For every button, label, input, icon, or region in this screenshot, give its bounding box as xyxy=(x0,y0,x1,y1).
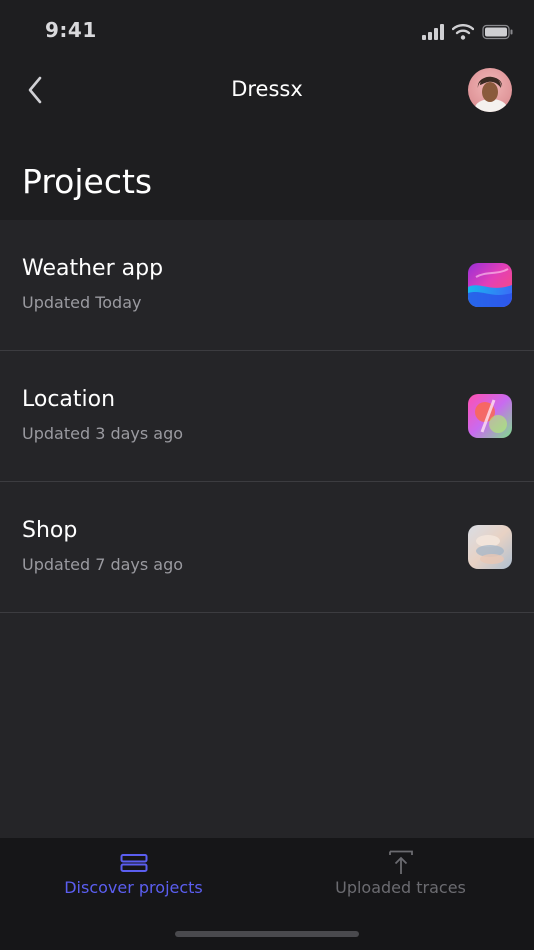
project-updated: Updated 7 days ago xyxy=(22,555,184,574)
tab-label: Uploaded traces xyxy=(335,878,466,897)
project-name: Weather app xyxy=(22,256,164,281)
projects-list: Weather app Updated Today Location Updat… xyxy=(0,220,534,838)
status-icons xyxy=(422,22,514,42)
tab-discover-projects[interactable]: Discover projects xyxy=(0,838,267,918)
navigation-bar: Dressx xyxy=(0,60,534,122)
avatar[interactable] xyxy=(468,68,512,112)
page-title: Projects xyxy=(22,162,153,201)
home-indicator xyxy=(175,931,359,937)
cellular-signal-icon xyxy=(422,24,444,40)
project-updated: Updated 3 days ago xyxy=(22,424,184,443)
battery-icon xyxy=(482,24,513,40)
upload-icon xyxy=(388,850,413,874)
project-name: Shop xyxy=(22,518,78,543)
status-time: 9:41 xyxy=(45,18,97,42)
project-row-location[interactable]: Location Updated 3 days ago xyxy=(0,351,534,482)
nav-title: Dressx xyxy=(231,77,303,101)
wifi-icon xyxy=(452,24,474,40)
status-bar: 9:41 xyxy=(0,0,534,60)
tab-uploaded-traces[interactable]: Uploaded traces xyxy=(267,838,534,918)
stack-icon xyxy=(120,854,147,872)
project-row-weather-app[interactable]: Weather app Updated Today xyxy=(0,220,534,351)
project-name: Location xyxy=(22,387,116,412)
tab-label: Discover projects xyxy=(64,878,203,897)
weather-app-icon xyxy=(468,263,512,307)
shop-app-icon xyxy=(468,525,512,569)
location-app-icon xyxy=(468,394,512,438)
project-row-shop[interactable]: Shop Updated 7 days ago xyxy=(0,482,534,613)
project-updated: Updated Today xyxy=(22,293,142,312)
